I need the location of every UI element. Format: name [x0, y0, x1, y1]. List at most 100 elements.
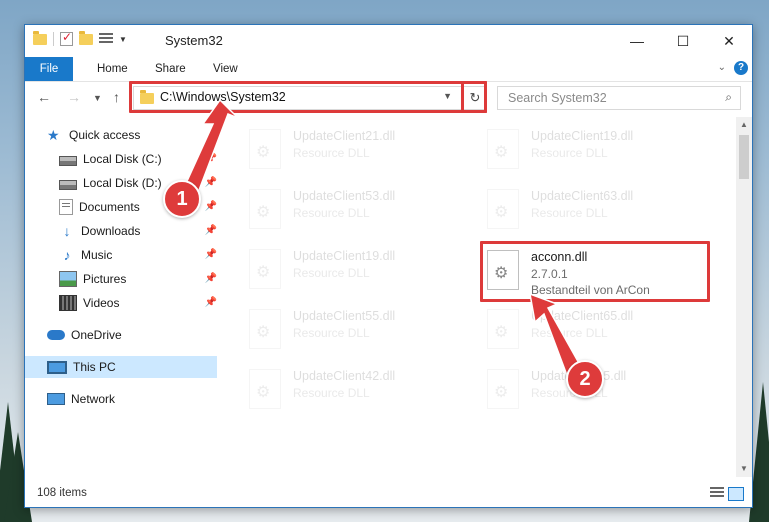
tab-share[interactable]: Share: [141, 57, 200, 81]
new-folder-icon[interactable]: [79, 30, 93, 45]
vertical-scrollbar[interactable]: ▲ ▼: [736, 117, 752, 477]
pin-icon[interactable]: 📌: [205, 220, 217, 242]
navigation-pane: ★ Quick access Local Disk (C:) 📌 Local D…: [25, 117, 219, 477]
list-item[interactable]: UpdateClient42.dll Resource DLL: [241, 363, 469, 415]
minimize-button[interactable]: —: [614, 25, 660, 57]
search-input[interactable]: [506, 90, 710, 106]
view-options-icon[interactable]: [99, 33, 113, 45]
tab-home[interactable]: Home: [83, 57, 142, 81]
sidebar-item-videos[interactable]: Videos 📌: [59, 292, 217, 314]
sidebar-item-downloads[interactable]: ↓ Downloads 📌: [59, 220, 218, 242]
file-description: Resource DLL: [531, 326, 608, 340]
list-item[interactable]: UpdateClient63.dll Resource DLL: [479, 183, 707, 235]
address-bar-highlight: [129, 81, 487, 113]
sidebar-item-local-disk-c[interactable]: Local Disk (C:) 📌: [59, 148, 217, 170]
dll-file-icon: [487, 129, 519, 169]
sidebar-item-label: Local Disk (D:): [83, 176, 162, 190]
refresh-highlight: [461, 81, 487, 113]
file-highlight: [480, 241, 710, 302]
pin-icon[interactable]: 📌: [205, 292, 217, 314]
sidebar-item-pictures[interactable]: Pictures 📌: [59, 268, 217, 290]
file-description: Resource DLL: [293, 206, 370, 220]
step-1-badge: 1: [163, 180, 201, 218]
music-icon: ♪: [63, 247, 71, 263]
scrollbar-thumb[interactable]: [739, 135, 749, 179]
sidebar-item-this-pc[interactable]: This PC: [25, 356, 217, 378]
sidebar-item-label: Pictures: [83, 272, 127, 286]
folder-icon: [33, 30, 47, 45]
sidebar-item-quick-access[interactable]: ★ Quick access: [47, 124, 217, 146]
properties-check-icon[interactable]: [60, 30, 73, 46]
download-icon: ↓: [63, 223, 71, 239]
dll-file-icon: [487, 369, 519, 409]
scroll-down-icon[interactable]: ▼: [736, 461, 752, 477]
file-name: UpdateClient19.dll: [531, 129, 634, 143]
list-item[interactable]: UpdateClient53.dll Resource DLL: [241, 183, 469, 235]
pin-icon[interactable]: 📌: [205, 172, 217, 194]
search-box[interactable]: ⌕: [497, 86, 741, 110]
dll-file-icon: [249, 309, 281, 349]
pin-icon[interactable]: 📌: [205, 196, 217, 218]
dll-file-icon: [487, 309, 519, 349]
close-button[interactable]: ✕: [706, 25, 752, 57]
file-name: UpdateClient65.dll: [531, 309, 634, 323]
sidebar-item-label: OneDrive: [71, 328, 122, 342]
item-count: 108 items: [37, 487, 87, 499]
list-item[interactable]: UpdateClient19.dll Resource DLL: [241, 243, 469, 295]
search-icon[interactable]: ⌕: [725, 90, 732, 105]
tab-view[interactable]: View: [199, 57, 252, 81]
scroll-up-icon[interactable]: ▲: [736, 117, 752, 133]
quick-access-toolbar: ▼: [33, 30, 127, 46]
videos-icon: [59, 295, 77, 311]
computer-icon: [47, 360, 67, 374]
network-icon: [47, 393, 65, 405]
dll-file-icon: [249, 369, 281, 409]
file-name: UpdateClient42.dll: [293, 369, 396, 383]
sidebar-item-label: Network: [71, 392, 116, 406]
file-description: Resource DLL: [293, 266, 370, 280]
customize-toolbar-dropdown-icon[interactable]: ▼: [119, 35, 127, 44]
file-name: UpdateClient53.dll: [293, 189, 396, 203]
list-item[interactable]: UpdateClient21.dll Resource DLL: [241, 123, 469, 175]
file-description: Resource DLL: [531, 206, 608, 220]
up-arrow-icon[interactable]: ↑: [113, 89, 120, 105]
pictures-icon: [59, 271, 77, 287]
toolbar-divider: [53, 32, 54, 46]
tab-file[interactable]: File: [25, 57, 73, 81]
sidebar-item-label: Local Disk (C:): [83, 152, 162, 166]
ribbon-tabs: File Home Share View ⌄ ?: [25, 57, 752, 82]
drive-icon: [59, 179, 77, 190]
list-item[interactable]: UpdateClient65.dll Resource DLL: [479, 303, 707, 355]
help-icon[interactable]: ?: [734, 61, 748, 75]
pin-icon[interactable]: 📌: [205, 244, 217, 266]
back-arrow-icon[interactable]: ←: [37, 89, 51, 105]
file-description: Resource DLL: [293, 386, 370, 400]
dll-file-icon: [487, 189, 519, 229]
sidebar-item-label: Music: [81, 248, 113, 262]
file-description: Resource DLL: [531, 146, 608, 160]
maximize-button[interactable]: ☐: [660, 25, 706, 57]
details-view-icon[interactable]: [710, 487, 724, 499]
expand-ribbon-icon[interactable]: ⌄: [718, 62, 726, 73]
sidebar-item-onedrive[interactable]: OneDrive: [47, 324, 217, 346]
file-description: Resource DLL: [293, 326, 370, 340]
sidebar-item-music[interactable]: ♪ Music 📌: [59, 244, 218, 266]
list-item[interactable]: UpdateClient55.dll Resource DLL: [241, 303, 469, 355]
sidebar-item-label: Downloads: [81, 224, 141, 238]
sidebar-item-network[interactable]: Network: [47, 388, 217, 410]
pin-icon[interactable]: 📌: [205, 148, 217, 170]
title-bar: ▼ System32 — ☐ ✕: [25, 25, 752, 57]
dll-file-icon: [249, 129, 281, 169]
tiles-view-icon[interactable]: [728, 487, 744, 501]
step-2-badge: 2: [566, 360, 604, 398]
list-item[interactable]: UpdateClient19.dll Resource DLL: [479, 123, 707, 175]
recent-locations-dropdown-icon[interactable]: ▼: [93, 93, 102, 103]
file-name: UpdateClient21.dll: [293, 129, 396, 143]
file-description: Resource DLL: [293, 146, 370, 160]
star-icon: ★: [47, 127, 60, 143]
dll-file-icon: [249, 189, 281, 229]
forward-arrow-icon[interactable]: →: [67, 89, 81, 105]
sidebar-item-label: Documents: [79, 200, 140, 214]
status-bar: 108 items: [25, 481, 752, 507]
pin-icon[interactable]: 📌: [205, 268, 217, 290]
